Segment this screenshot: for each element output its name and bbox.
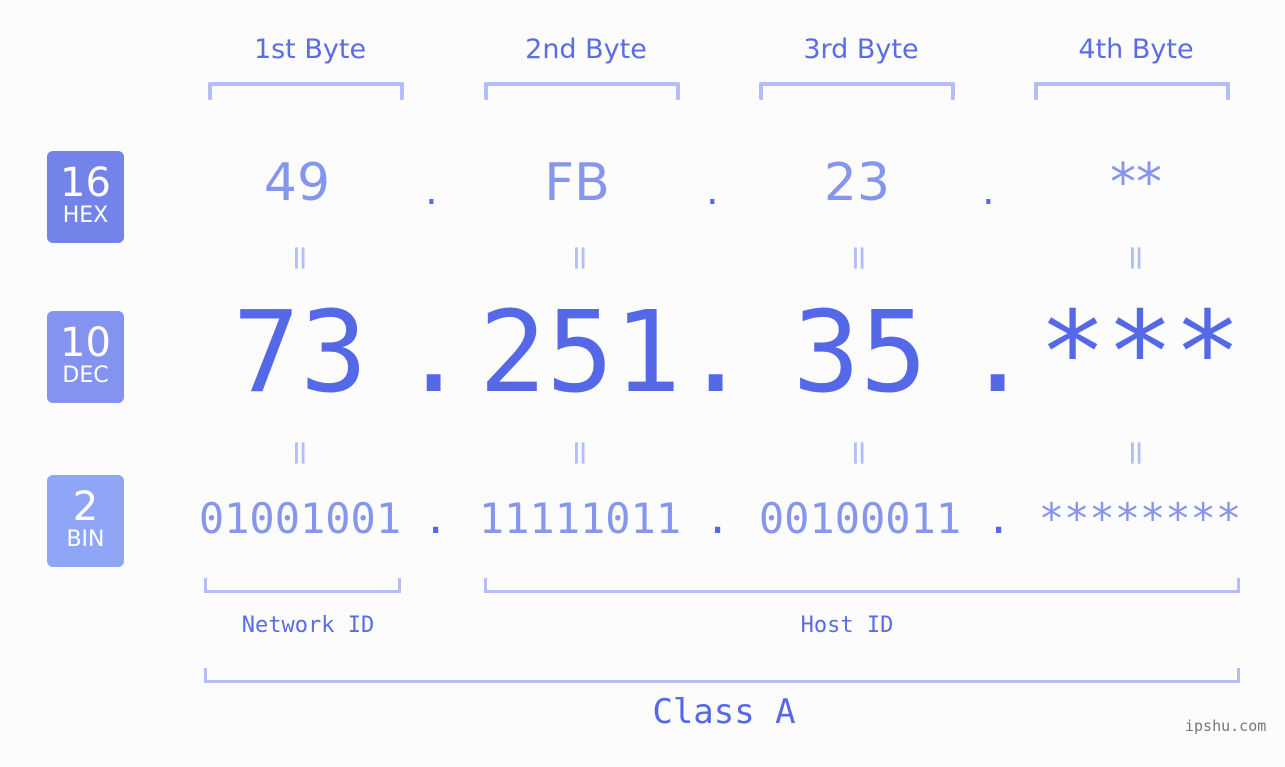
dec-byte-2: 251 — [478, 288, 682, 418]
hex-byte-3: 23 — [823, 153, 891, 213]
bin-badge-label: BIN — [66, 527, 105, 552]
equals-icon: = — [560, 243, 600, 273]
hex-badge-label: HEX — [62, 203, 109, 228]
dec-byte-4: *** — [1038, 288, 1242, 418]
equals-icon: = — [560, 438, 600, 468]
bin-byte-2: 11111011 — [478, 494, 682, 543]
byte-header-2: 2nd Byte — [525, 34, 647, 65]
dec-badge: 10 DEC — [47, 311, 124, 403]
bin-byte-3: 00100011 — [758, 494, 962, 543]
byte-4-bracket — [1034, 82, 1230, 100]
network-id-label: Network ID — [241, 613, 375, 638]
host-id-bracket — [484, 578, 1240, 593]
byte-1-bracket — [208, 82, 404, 100]
hex-badge-number: 16 — [60, 160, 111, 206]
bin-badge-number: 2 — [72, 484, 99, 530]
byte-header-4: 4th Byte — [1078, 34, 1194, 65]
bin-byte-4: ******** — [1038, 494, 1242, 543]
class-bracket — [204, 668, 1240, 683]
network-id-bracket — [204, 578, 401, 593]
byte-header-1: 1st Byte — [253, 34, 367, 65]
dec-byte-3: 35 — [792, 288, 928, 418]
byte-2-bracket — [484, 82, 680, 100]
equals-icon: = — [839, 438, 879, 468]
hex-byte-2: FB — [544, 153, 610, 213]
equals-icon: = — [280, 243, 320, 273]
hex-dot-2: . — [706, 168, 719, 214]
class-label: Class A — [652, 692, 796, 732]
bin-badge: 2 BIN — [47, 475, 124, 567]
equals-icon: = — [280, 438, 320, 468]
equals-icon: = — [1116, 243, 1156, 273]
byte-3-bracket — [759, 82, 955, 100]
bin-dot-3: . — [986, 494, 1012, 543]
byte-header-3: 3rd Byte — [803, 34, 919, 65]
hex-badge: 16 HEX — [47, 151, 124, 243]
watermark: ipshu.com — [1185, 717, 1267, 735]
dec-byte-1: 73 — [232, 288, 368, 418]
bin-dot-1: . — [423, 494, 449, 543]
host-id-label: Host ID — [800, 613, 894, 638]
dec-badge-label: DEC — [62, 363, 109, 388]
bin-byte-1: 01001001 — [198, 494, 402, 543]
bin-dot-2: . — [705, 494, 731, 543]
equals-icon: = — [839, 243, 879, 273]
hex-dot-1: . — [425, 168, 438, 214]
hex-byte-1: 49 — [263, 153, 331, 213]
equals-icon: = — [1116, 438, 1156, 468]
hex-byte-4: ** — [1110, 153, 1162, 213]
dec-badge-number: 10 — [60, 320, 111, 366]
hex-dot-3: . — [982, 168, 995, 214]
